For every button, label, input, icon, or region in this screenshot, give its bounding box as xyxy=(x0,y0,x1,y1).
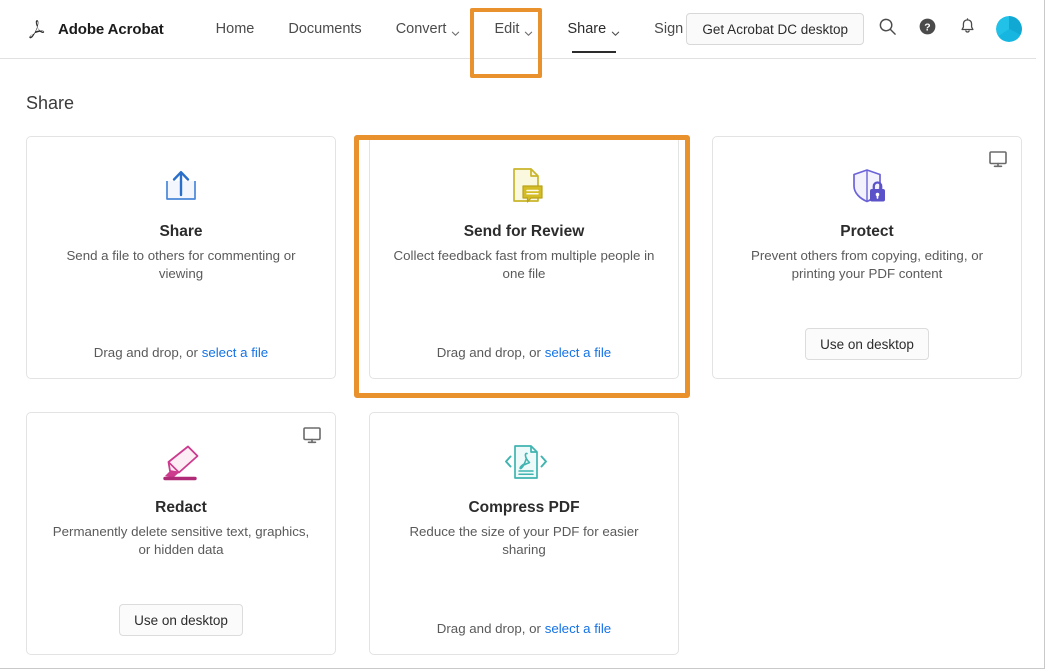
card-title: Protect xyxy=(840,223,894,240)
dropzone-text: Drag and drop, or xyxy=(93,345,202,360)
card-dropzone-footer: Drag and drop, or select a file xyxy=(437,621,611,636)
select-a-file-link[interactable]: select a file xyxy=(545,621,612,636)
app-header: Adobe Acrobat Home Documents Convert Edi… xyxy=(0,0,1036,59)
brand-name: Adobe Acrobat xyxy=(58,20,164,38)
nav-item-edit[interactable]: Edit xyxy=(477,0,550,59)
share-upload-icon xyxy=(158,161,204,213)
card-dropzone-footer: Drag and drop, or select a file xyxy=(437,345,611,360)
acrobat-web-page: Adobe Acrobat Home Documents Convert Edi… xyxy=(0,0,1045,669)
chevron-down-icon xyxy=(451,26,460,36)
get-acrobat-desktop-button[interactable]: Get Acrobat DC desktop xyxy=(686,13,864,45)
bell-icon xyxy=(958,17,977,41)
header-actions: Get Acrobat DC desktop ? xyxy=(686,12,1022,46)
use-on-desktop-button[interactable]: Use on desktop xyxy=(119,604,243,636)
nav-label: Share xyxy=(567,21,607,37)
card-title: Compress PDF xyxy=(468,499,580,516)
compress-pdf-icon xyxy=(501,437,547,489)
help-circle-icon: ? xyxy=(918,17,937,41)
dropzone-text: Drag and drop, or xyxy=(436,345,545,360)
redact-highlighter-icon xyxy=(157,437,205,489)
search-button[interactable] xyxy=(870,12,904,46)
tool-card-protect[interactable]: Protect Prevent others from copying, edi… xyxy=(712,136,1022,379)
nav-item-convert[interactable]: Convert xyxy=(379,0,478,59)
card-description: Prevent others from copying, editing, or… xyxy=(750,248,984,282)
active-tab-indicator xyxy=(571,50,616,53)
use-on-desktop-monitor-icon[interactable] xyxy=(302,425,322,445)
nav-item-share[interactable]: Share xyxy=(550,0,637,59)
card-dropzone-footer: Drag and drop, or select a file xyxy=(94,345,268,360)
brand[interactable]: Adobe Acrobat xyxy=(22,16,164,42)
protect-shield-lock-icon xyxy=(844,161,890,213)
acrobat-logo-icon xyxy=(22,16,48,42)
tool-card-share[interactable]: Share Send a file to others for commenti… xyxy=(26,136,336,379)
help-button[interactable]: ? xyxy=(910,12,944,46)
nav-item-home[interactable]: Home xyxy=(199,0,272,59)
page-title: Share xyxy=(26,93,75,113)
card-description: Collect feedback fast from multiple peop… xyxy=(393,248,655,282)
nav-label: Edit xyxy=(494,21,520,37)
nav-item-documents[interactable]: Documents xyxy=(271,0,378,59)
main-content: Share Share Send a file to others for co… xyxy=(0,93,1044,655)
nav-label: Sign xyxy=(654,21,684,37)
card-description: Permanently delete sensitive text, graph… xyxy=(52,524,310,558)
card-title: Share xyxy=(159,223,203,240)
use-on-desktop-monitor-icon[interactable] xyxy=(988,149,1008,169)
send-for-review-icon xyxy=(501,161,547,213)
use-on-desktop-button[interactable]: Use on desktop xyxy=(805,328,929,360)
tool-card-compress-pdf[interactable]: Compress PDF Reduce the size of your PDF… xyxy=(369,412,679,655)
notifications-button[interactable] xyxy=(950,12,984,46)
tool-card-grid: Share Send a file to others for commenti… xyxy=(26,136,1022,655)
svg-text:?: ? xyxy=(924,23,930,34)
select-a-file-link[interactable]: select a file xyxy=(545,345,612,360)
tool-card-send-for-review[interactable]: Send for Review Collect feedback fast fr… xyxy=(369,136,679,379)
card-description: Reduce the size of your PDF for easier s… xyxy=(409,524,639,558)
select-a-file-link[interactable]: select a file xyxy=(202,345,269,360)
dropzone-text: Drag and drop, or xyxy=(436,621,545,636)
card-title: Redact xyxy=(155,499,207,516)
chevron-down-icon xyxy=(524,26,533,36)
nav-label: Documents xyxy=(288,21,362,37)
nav-label: Home xyxy=(215,21,255,37)
chevron-down-icon xyxy=(611,26,620,36)
search-icon xyxy=(878,17,897,41)
avatar[interactable] xyxy=(996,16,1022,42)
card-description: Send a file to others for commenting or … xyxy=(66,248,296,282)
nav-label: Convert xyxy=(395,21,447,37)
tool-card-redact[interactable]: Redact Permanently delete sensitive text… xyxy=(26,412,336,655)
card-title: Send for Review xyxy=(463,223,585,240)
